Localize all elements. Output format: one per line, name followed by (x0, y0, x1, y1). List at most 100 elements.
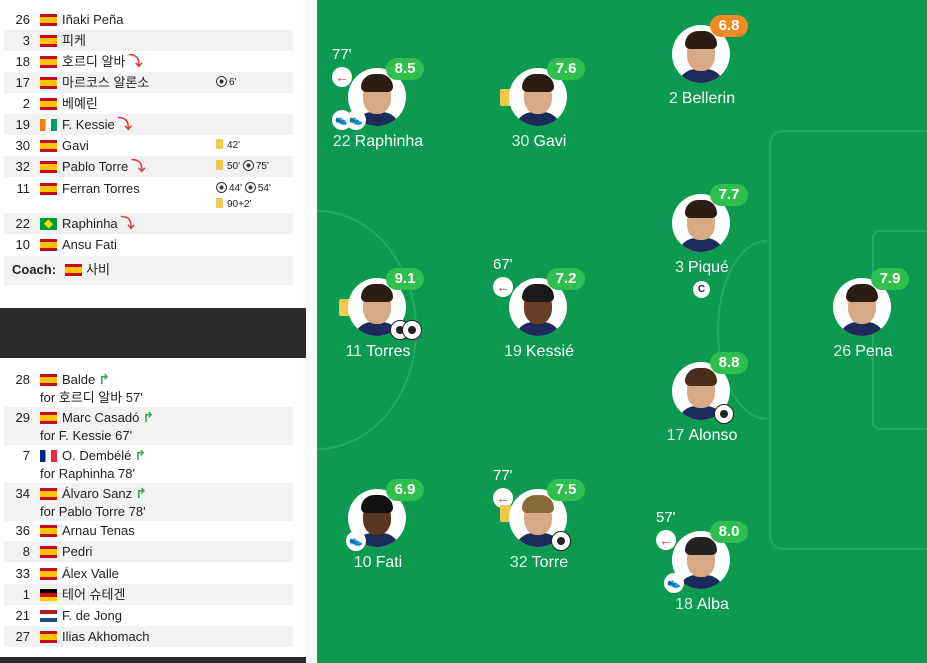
lineup-row[interactable]: 3 피케 (4, 30, 293, 51)
player-rating: 7.5 (547, 479, 585, 501)
player-raphinha[interactable]: 77' ← 8.5 👟 👟 22 Raphinha (318, 46, 438, 188)
substitute-row[interactable]: 28 Balde ↱ for 호르디 알바 57' (4, 369, 293, 407)
goal-ball-icon (551, 531, 571, 551)
event-minute: 50' (227, 161, 241, 172)
player-number: 30 (511, 133, 530, 150)
player-kessie[interactable]: 67' ← 7.2 19 Kessié (479, 256, 599, 398)
player-name[interactable]: Pablo Torre ⤵ (62, 156, 145, 177)
captain-badge: C (693, 281, 710, 298)
player-number: 26 (833, 343, 852, 360)
goal-ball-icon (402, 320, 422, 340)
player-name[interactable]: Gavi (62, 135, 89, 156)
spain-flag-icon (40, 488, 57, 500)
player-number: 22 (332, 133, 351, 150)
player-name[interactable]: F. Kessie ⤵ (62, 114, 132, 135)
player-alba[interactable]: 57' ← 8.0 👟 18 Alba (642, 509, 762, 651)
player-name[interactable]: Ilias Akhomach (62, 626, 149, 647)
player-name[interactable]: Pedri (62, 541, 92, 562)
player-name[interactable]: 피케 (62, 30, 86, 51)
netherlands-flag-icon (40, 610, 57, 622)
lineup-list-panel: 26 Iñaki Peña 3 피케 18 호르디 알바 ⤵ 17 마르코스 알론… (0, 0, 306, 663)
goal-ball-icon (242, 160, 254, 171)
player-name[interactable]: 테어 슈테겐 (62, 584, 125, 605)
event-minute: 90+2' (227, 199, 252, 210)
player-name[interactable]: Ferran Torres (62, 178, 140, 199)
goal-ball-icon (216, 182, 227, 193)
lineup-row[interactable]: 17 마르코스 알론소 6' (4, 72, 293, 93)
sub-out-arrow-icon: ⤵ (131, 158, 146, 174)
substitute-row[interactable]: 8 Pedri (4, 541, 293, 562)
player-pique[interactable]: 7.7 3 Piqué C (642, 184, 762, 314)
lineup-row[interactable]: 11 Ferran Torres 44' 54' 90+2' (4, 178, 293, 214)
lineup-row[interactable]: 30 Gavi 42' (4, 135, 293, 156)
spain-flag-icon (40, 183, 57, 195)
player-number: 21 (15, 608, 30, 623)
substitution-detail: for 호르디 알바 57' (40, 390, 143, 405)
substitute-row[interactable]: 33 Álex Valle (4, 563, 293, 584)
player-name[interactable]: Iñaki Peña (62, 9, 123, 30)
section-divider (0, 308, 306, 358)
substitute-row[interactable]: 1 테어 슈테겐 (4, 584, 293, 605)
lineup-row[interactable]: 2 베예린 (4, 93, 293, 114)
player-pena[interactable]: 7.9 26 Pena (803, 268, 923, 398)
ivory-coast-flag-icon (40, 119, 57, 131)
player-name[interactable]: Raphinha ⤵ (62, 213, 135, 234)
coach-row[interactable]: Coach: 사비 (4, 256, 293, 285)
player-name-text: Pablo Torre (62, 159, 129, 174)
player-name: Gavi (533, 133, 567, 150)
substitute-row[interactable]: 27 Ilias Akhomach (4, 626, 293, 647)
lineup-row[interactable]: 10 Ansu Fati (4, 234, 293, 255)
substitute-row[interactable]: 36 Arnau Tenas (4, 520, 293, 541)
substitute-row[interactable]: 29 Marc Casadó ↱ for F. Kessie 67' (4, 407, 293, 445)
player-rating: 7.9 (871, 268, 909, 290)
player-name: Raphinha (354, 133, 424, 150)
player-name[interactable]: Ansu Fati (62, 234, 117, 255)
sub-out-arrow-icon: ⤵ (117, 116, 132, 132)
lineup-row[interactable]: 22 Raphinha ⤵ (4, 213, 293, 234)
coach-name[interactable]: 사비 (86, 256, 110, 283)
player-rating: 9.1 (386, 268, 424, 290)
match-events: 50' 75' (216, 156, 269, 177)
sub-out-icon: ← (656, 530, 676, 550)
player-bellerin[interactable]: 6.8 2 Bellerin (642, 15, 762, 145)
substitute-row[interactable]: 34 Álvaro Sanz ↱ for Pablo Torre 78' (4, 483, 293, 521)
player-name: Piqué (687, 259, 729, 276)
spain-flag-icon (40, 140, 57, 152)
lineup-row[interactable]: 26 Iñaki Peña (4, 9, 293, 30)
assist-boot-icon: 👟 (346, 531, 366, 551)
player-label: 11 Torres (317, 343, 458, 361)
player-number: 32 (509, 554, 528, 571)
player-number: 30 (15, 138, 30, 153)
player-number: 33 (15, 566, 30, 581)
substitute-row[interactable]: 21 F. de Jong (4, 605, 293, 626)
sub-out-icon: ← (332, 67, 352, 87)
goal-ball-icon (714, 404, 734, 424)
player-rating: 7.2 (547, 268, 585, 290)
lineup-row[interactable]: 32 Pablo Torre ⤵ 50' 75' (4, 156, 293, 177)
player-label: 22 Raphinha (317, 133, 458, 151)
lineup-row[interactable]: 18 호르디 알바 ⤵ (4, 51, 293, 72)
player-rating: 8.8 (710, 352, 748, 374)
sub-out-icon: ← (493, 277, 513, 297)
substitute-row[interactable]: 7 O. Dembélé ↱ for Raphinha 78' (4, 445, 293, 483)
spain-flag-icon (40, 239, 57, 251)
player-torre[interactable]: 77' ← 7.5 32 Torre (479, 467, 599, 609)
player-name[interactable]: F. de Jong (62, 605, 122, 626)
player-name[interactable]: 마르코스 알론소 (62, 72, 149, 93)
player-alonso[interactable]: 8.8 17 Alonso (642, 352, 762, 482)
player-name[interactable]: Arnau Tenas (62, 520, 135, 541)
player-gavi[interactable]: 7.6 30 Gavi (479, 58, 599, 188)
player-label: 26 Pena (783, 343, 927, 361)
player-name: Torre (531, 554, 569, 571)
spain-flag-icon (40, 98, 57, 110)
player-fati[interactable]: 6.9 👟 10 Fati (318, 479, 438, 609)
lineup-row[interactable]: 19 F. Kessie ⤵ (4, 114, 293, 135)
player-name[interactable]: 베예린 (62, 93, 98, 114)
player-name-text: Raphinha (62, 216, 118, 231)
sub-out-arrow-icon: ⤵ (120, 215, 135, 231)
player-name: Torres (366, 343, 411, 360)
player-label: 30 Gavi (459, 133, 619, 151)
player-name[interactable]: Álex Valle (62, 563, 119, 584)
player-torres[interactable]: 9.1 11 Torres (318, 268, 438, 398)
player-name[interactable]: 호르디 알바 ⤵ (62, 51, 142, 72)
